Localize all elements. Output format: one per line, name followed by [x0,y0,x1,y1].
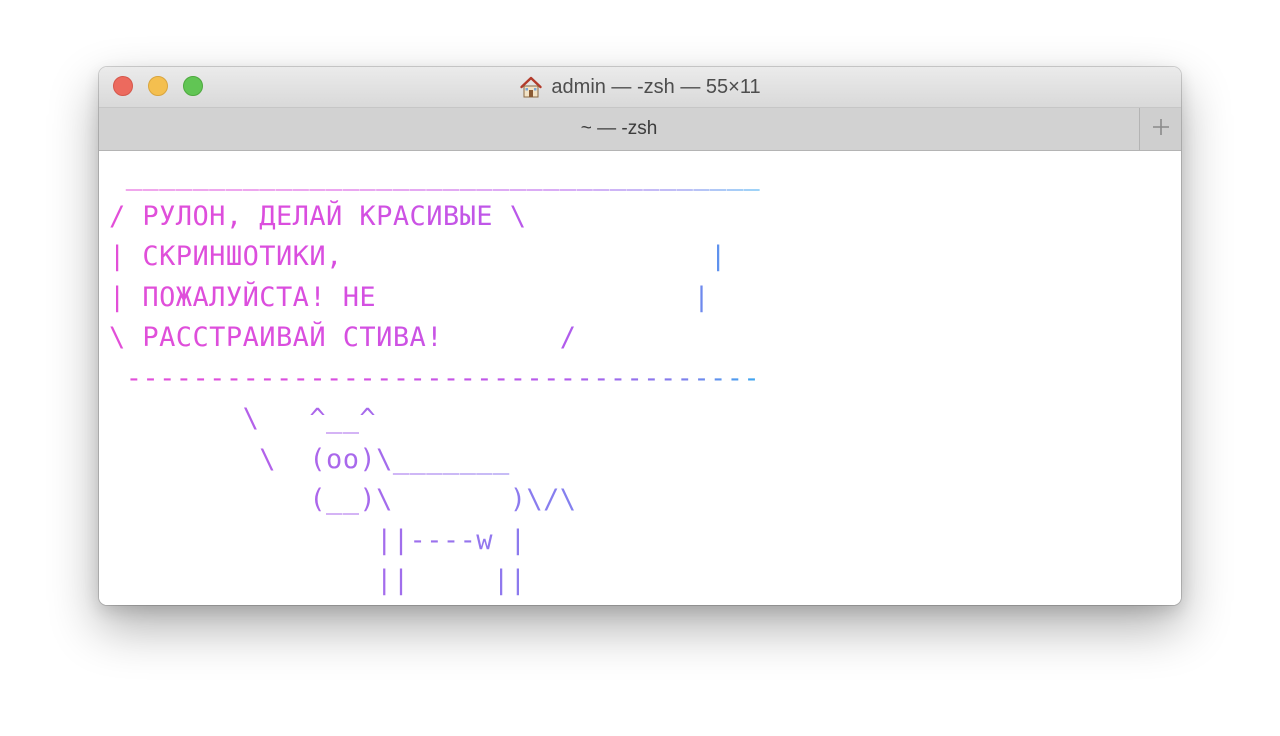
window-title-container: admin — -zsh — 55×11 [99,67,1181,107]
speech-bubble-bottom: -------------------------------------- [109,359,760,400]
speech-bubble-top: ______________________________________ [109,156,760,197]
title-bar[interactable]: admin — -zsh — 55×11 [99,67,1181,108]
cow-ascii-line: \ (oo)\_______ [109,440,760,481]
speech-bubble-line: | ПОЖАЛУЙСТА! НЕ | [109,278,760,319]
speech-bubble-line: | СКРИНШОТИКИ, | [109,237,760,278]
cowsay-output: ______________________________________ / … [109,156,760,602]
cow-ascii-line: (__)\ )\/\ [109,480,760,521]
terminal-content[interactable]: ______________________________________ / … [99,151,1181,605]
plus-icon [1151,117,1171,142]
home-icon [519,75,543,99]
cow-ascii-line: || || [109,561,760,602]
cow-ascii-line: ||----w | [109,521,760,562]
tab-bar: ~ — -zsh [99,108,1181,151]
tab-zsh[interactable]: ~ — -zsh [99,108,1139,150]
cow-ascii-line: \ ^__^ [109,399,760,440]
terminal-window: admin — -zsh — 55×11 ~ — -zsh __________… [99,67,1181,605]
new-tab-button[interactable] [1139,108,1181,150]
speech-bubble-line: / РУЛОН, ДЕЛАЙ КРАСИВЫЕ \ [109,197,760,238]
window-title: admin — -zsh — 55×11 [551,75,761,98]
speech-bubble-line: \ РАССТРАИВАЙ СТИВА! / [109,318,760,359]
